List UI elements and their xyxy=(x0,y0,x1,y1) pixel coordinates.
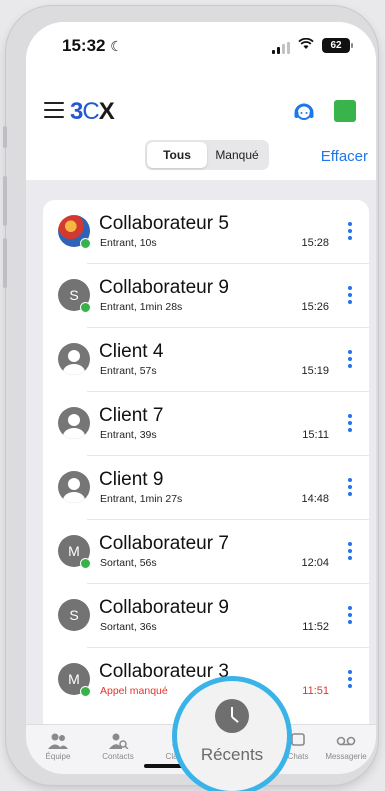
filter-segmented-control: Tous Manqué xyxy=(145,140,269,170)
avatar xyxy=(58,471,90,503)
call-detail: Entrant, 1min 27s xyxy=(100,493,183,505)
tab-label: Contacts xyxy=(102,752,134,761)
call-time: 15:19 xyxy=(301,365,329,377)
wifi-icon xyxy=(298,37,314,53)
status-time: 15:32 ☾ xyxy=(62,36,123,55)
tab-label: Messagerie xyxy=(325,752,367,761)
side-button xyxy=(3,126,7,148)
volume-down-button xyxy=(3,238,7,288)
avatar: S xyxy=(58,599,90,631)
call-name: Client 7 xyxy=(99,405,164,426)
tab-equipe[interactable]: Équipe xyxy=(28,733,88,761)
call-row[interactable]: S Collaborateur 9 Entrant, 1min 28s 15:2… xyxy=(43,264,369,328)
tab-recents-label: Récents xyxy=(200,745,264,764)
call-time: 14:48 xyxy=(301,493,329,505)
battery-icon: 62 xyxy=(322,38,353,53)
call-name: Client 9 xyxy=(99,469,164,490)
call-time: 15:28 xyxy=(301,237,329,249)
headset-icon[interactable] xyxy=(292,100,316,124)
avatar xyxy=(58,407,90,439)
clock-icon xyxy=(215,699,249,733)
screen: 15:32 ☾ 62 3CX Tous Manqué Effacer Colla… xyxy=(26,22,376,774)
clear-button[interactable]: Effacer xyxy=(321,148,368,165)
voicemail-icon xyxy=(336,736,356,746)
team-icon xyxy=(48,733,68,749)
more-icon[interactable] xyxy=(345,350,355,368)
call-detail: Entrant, 1min 28s xyxy=(100,301,183,313)
more-icon[interactable] xyxy=(345,670,355,688)
call-time: 12:04 xyxy=(301,557,329,569)
call-row[interactable]: S Collaborateur 9 Sortant, 36s 11:52 xyxy=(43,584,369,648)
avatar xyxy=(58,343,90,375)
tab-messagerie[interactable]: Messagerie xyxy=(316,733,376,761)
tab-manque[interactable]: Manqué xyxy=(207,142,267,168)
calls-list: Collaborateur 5 Entrant, 10s 15:28 S Col… xyxy=(43,200,369,760)
call-row[interactable]: M Collaborateur 7 Sortant, 56s 12:04 xyxy=(43,520,369,584)
contacts-icon xyxy=(109,733,129,749)
call-detail: Sortant, 56s xyxy=(100,557,157,569)
call-time: 15:26 xyxy=(301,301,329,313)
moon-icon: ☾ xyxy=(110,38,123,54)
status-indicator[interactable] xyxy=(334,100,356,122)
presence-dot xyxy=(80,238,91,249)
volume-up-button xyxy=(3,176,7,226)
call-row[interactable]: Client 9 Entrant, 1min 27s 14:48 xyxy=(43,456,369,520)
call-detail: Sortant, 36s xyxy=(100,621,157,633)
call-name: Collaborateur 7 xyxy=(99,533,229,554)
more-icon[interactable] xyxy=(345,414,355,432)
call-time: 11:51 xyxy=(302,685,329,697)
call-row[interactable]: Client 4 Entrant, 57s 15:19 xyxy=(43,328,369,392)
more-icon[interactable] xyxy=(345,478,355,496)
call-time: 15:11 xyxy=(302,429,329,441)
call-detail: Entrant, 10s xyxy=(100,237,157,249)
phone-frame: 15:32 ☾ 62 3CX Tous Manqué Effacer Colla… xyxy=(3,6,378,785)
call-name: Collaborateur 9 xyxy=(99,277,229,298)
call-name: Client 4 xyxy=(99,341,164,362)
more-icon[interactable] xyxy=(345,286,355,304)
call-name: Collaborateur 9 xyxy=(99,597,229,618)
tab-recents-highlight[interactable]: Récents xyxy=(172,676,292,791)
call-row[interactable]: Client 7 Entrant, 39s 15:11 xyxy=(43,392,369,456)
presence-dot xyxy=(80,558,91,569)
presence-dot xyxy=(80,302,91,313)
tab-contacts[interactable]: Contacts xyxy=(88,733,148,761)
call-detail: Appel manqué xyxy=(100,685,168,697)
app-header: 3CX Tous Manqué Effacer xyxy=(26,68,376,180)
more-icon[interactable] xyxy=(345,542,355,560)
call-detail: Entrant, 39s xyxy=(100,429,157,441)
logo: 3CX xyxy=(70,98,115,125)
tab-tous[interactable]: Tous xyxy=(147,142,207,168)
more-icon[interactable] xyxy=(345,222,355,240)
call-row[interactable]: Collaborateur 5 Entrant, 10s 15:28 xyxy=(43,200,369,264)
call-time: 11:52 xyxy=(302,621,329,633)
menu-icon[interactable] xyxy=(44,102,64,118)
call-detail: Entrant, 57s xyxy=(100,365,157,377)
call-name: Collaborateur 5 xyxy=(99,213,229,234)
status-bar: 15:32 ☾ 62 xyxy=(26,22,376,68)
signal-icon xyxy=(272,42,290,54)
presence-dot xyxy=(80,686,91,697)
tab-label: Équipe xyxy=(45,752,71,761)
more-icon[interactable] xyxy=(345,606,355,624)
